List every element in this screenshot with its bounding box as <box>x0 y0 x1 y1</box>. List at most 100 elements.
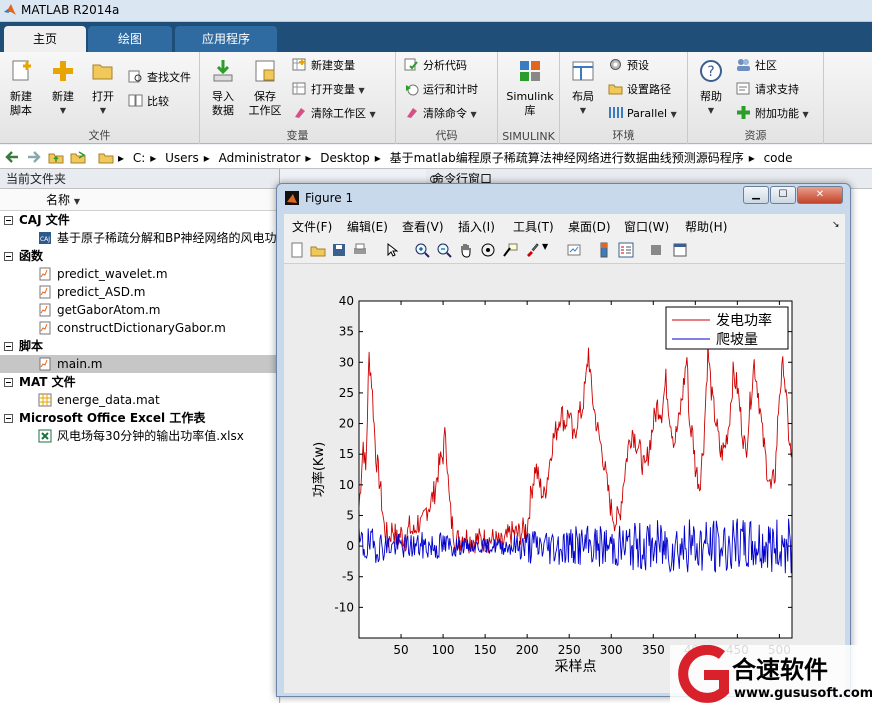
help-button[interactable]: ? 帮助 ▼ <box>690 56 732 124</box>
file-item[interactable]: constructDictionaryGabor.m <box>0 319 279 337</box>
community-button[interactable]: 社区 <box>736 56 777 76</box>
file-name: predict_ASD.m <box>57 285 146 299</box>
section-excel[interactable]: Microsoft Office Excel 工作表 <box>0 409 279 427</box>
close-button[interactable]: ✕ <box>797 186 843 204</box>
menu-help[interactable]: 帮助(H) <box>685 218 727 235</box>
collapse-box-icon[interactable] <box>4 216 13 225</box>
maximize-icon: ☐ <box>778 189 788 200</box>
menu-desktop[interactable]: 桌面(D) <box>568 218 611 235</box>
section-scripts[interactable]: 脚本 <box>0 337 279 355</box>
tab-home[interactable]: 主页 <box>4 26 86 52</box>
section-caj[interactable]: CAJ 文件 <box>0 211 279 229</box>
up-folder-icon[interactable] <box>48 149 64 165</box>
brush-caret-icon[interactable]: ▼ <box>542 242 558 258</box>
section-functions[interactable]: 函数 <box>0 247 279 265</box>
group-simulink: Simulink 库 SIMULINK <box>498 52 560 144</box>
set-path-label: 设置路径 <box>627 83 671 96</box>
menu-overflow-icon[interactable]: ↘ <box>832 220 840 230</box>
data-cursor-icon[interactable] <box>502 242 518 258</box>
clear-commands-button[interactable]: 清除命令 ▼ <box>404 104 477 124</box>
tab-apps[interactable]: 应用程序 <box>175 26 277 52</box>
tab-plots[interactable]: 绘图 <box>88 26 172 52</box>
figure-canvas[interactable]: 50100150200250300350400450500-10-5051015… <box>284 264 845 693</box>
zoom-out-icon[interactable] <box>436 242 452 258</box>
section-title: Microsoft Office Excel 工作表 <box>19 411 206 425</box>
simulink-library-button[interactable]: Simulink 库 <box>506 56 554 124</box>
menu-window[interactable]: 窗口(W) <box>624 218 669 235</box>
compare-button[interactable]: 比较 <box>128 92 169 112</box>
save-workspace-button[interactable]: 保存 工作区 <box>244 56 286 124</box>
maximize-button[interactable]: ☐ <box>770 186 796 204</box>
y-tick-label: -5 <box>342 570 354 584</box>
colorbar-icon[interactable] <box>596 242 612 258</box>
file-item[interactable]: CAJ 基于原子稀疏分解和BP神经网络的风电功 <box>0 229 279 247</box>
menu-insert[interactable]: 插入(I) <box>458 218 495 235</box>
preferences-button[interactable]: 预设 <box>608 56 649 76</box>
legend-icon[interactable] <box>618 242 634 258</box>
community-label: 社区 <box>755 59 777 72</box>
file-item[interactable]: energe_data.mat <box>0 391 279 409</box>
help-label: 帮助 <box>700 90 722 103</box>
run-and-time-button[interactable]: 运行和计时 <box>404 80 478 100</box>
save-icon[interactable] <box>331 242 347 258</box>
collapse-box-icon[interactable] <box>4 378 13 387</box>
save-workspace-label: 保存 工作区 <box>248 90 282 117</box>
show-tools-icon[interactable] <box>672 242 688 258</box>
breadcrumb-item[interactable]: C: <box>133 151 145 165</box>
link-plot-icon[interactable] <box>566 242 582 258</box>
rotate-3d-icon[interactable] <box>480 242 496 258</box>
section-mat[interactable]: MAT 文件 <box>0 373 279 391</box>
request-support-button[interactable]: 请求支持 <box>736 80 799 100</box>
file-item[interactable]: 风电场每30分钟的输出功率值.xlsx <box>0 427 279 445</box>
file-item[interactable]: predict_ASD.m <box>0 283 279 301</box>
menu-file[interactable]: 文件(F) <box>292 218 332 235</box>
set-path-button[interactable]: 设置路径 <box>608 80 671 100</box>
legend-entry: 爬坡量 <box>716 332 758 348</box>
addons-button[interactable]: 附加功能 ▼ <box>736 104 809 124</box>
collapse-box-icon[interactable] <box>4 414 13 423</box>
parallel-button[interactable]: Parallel ▼ <box>608 104 677 124</box>
open-file-icon[interactable] <box>310 242 326 258</box>
print-icon[interactable] <box>352 242 368 258</box>
x-tick-label: 200 <box>516 643 539 657</box>
file-item-selected[interactable]: main.m <box>0 355 279 373</box>
y-tick-label: 30 <box>339 355 354 369</box>
breadcrumb-item[interactable]: 基于matlab编程原子稀疏算法神经网络进行数据曲线预测源码程序 <box>390 151 744 165</box>
breadcrumb-item[interactable]: code <box>764 151 793 165</box>
forward-arrow-icon[interactable] <box>26 149 42 165</box>
find-files-button[interactable]: 查找文件 <box>128 68 191 88</box>
file-item[interactable]: getGaborAtom.m <box>0 301 279 319</box>
new-figure-icon[interactable] <box>289 242 305 258</box>
open-variable-button[interactable]: 打开变量 ▼ <box>292 80 365 100</box>
name-column-header[interactable]: 名称 ▼ <box>0 189 279 211</box>
file-name: predict_wavelet.m <box>57 267 168 281</box>
menu-view[interactable]: 查看(V) <box>402 218 444 235</box>
open-button[interactable]: 打开 ▼ <box>82 56 124 124</box>
pan-hand-icon[interactable] <box>458 242 474 258</box>
breadcrumb-item[interactable]: Users <box>165 151 199 165</box>
clear-workspace-button[interactable]: 清除工作区 ▼ <box>292 104 376 124</box>
brush-icon[interactable] <box>524 242 540 258</box>
browse-folder-icon[interactable] <box>70 149 86 165</box>
group-environment: 布局 ▼ 预设 设置路径 Parallel ▼ 环境 <box>560 52 688 144</box>
collapse-box-icon[interactable] <box>4 342 13 351</box>
minimize-button[interactable]: ▁ <box>743 186 769 204</box>
new-script-button[interactable]: 新建 脚本 <box>0 56 42 124</box>
breadcrumb-item[interactable]: Administrator <box>219 151 301 165</box>
pointer-icon[interactable] <box>384 242 400 258</box>
clear-commands-label: 清除命令 <box>423 107 467 120</box>
back-arrow-icon[interactable] <box>4 149 20 165</box>
hide-tools-icon[interactable] <box>648 242 664 258</box>
zoom-in-icon[interactable] <box>414 242 430 258</box>
import-data-button[interactable]: 导入 数据 <box>202 56 244 124</box>
file-item[interactable]: predict_wavelet.m <box>0 265 279 283</box>
y-tick-label: 0 <box>346 539 354 553</box>
layout-button[interactable]: 布局 ▼ <box>562 56 604 124</box>
new-button[interactable]: 新建 ▼ <box>42 56 84 124</box>
analyze-code-button[interactable]: 分析代码 <box>404 56 467 76</box>
menu-edit[interactable]: 编辑(E) <box>347 218 388 235</box>
menu-tools[interactable]: 工具(T) <box>513 218 554 235</box>
new-variable-button[interactable]: 新建变量 <box>292 56 355 76</box>
collapse-box-icon[interactable] <box>4 252 13 261</box>
breadcrumb-item[interactable]: Desktop <box>320 151 370 165</box>
